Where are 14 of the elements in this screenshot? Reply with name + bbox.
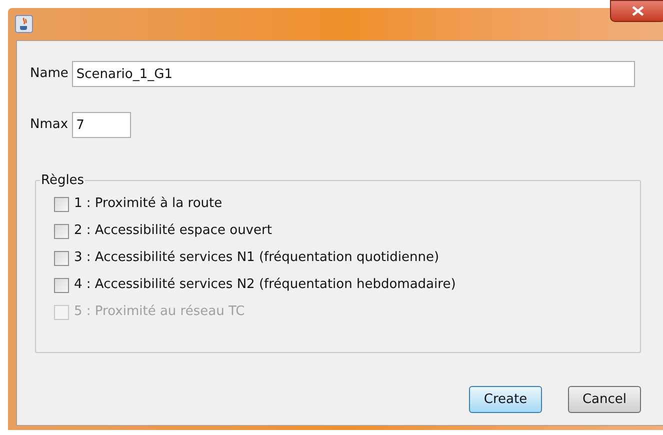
field-label: Name [30, 65, 68, 84]
nmax-field[interactable]: 7 [72, 112, 132, 138]
create-button[interactable]: Create [469, 386, 542, 413]
rule-checkbox: 5 : Proximité au réseau TC [54, 302, 456, 322]
name-field[interactable]: Scenario_1_G1 [72, 61, 636, 87]
field-label: Nmax [30, 116, 68, 134]
rule-checkbox[interactable]: 1 : Proximité à la route [54, 194, 456, 214]
close-button[interactable] [610, 0, 663, 22]
rule-checkbox[interactable]: 3 : Accessibilité services N1 (fréquentation quotidienne) [54, 248, 456, 268]
cancel-button[interactable]: Cancel [568, 386, 641, 413]
rule-checkbox[interactable]: 2 : Accessibilité espace ouvert [54, 221, 456, 241]
java-cup-icon [15, 15, 33, 33]
close-icon [632, 6, 644, 16]
rule-checkbox[interactable]: 4 : Accessibilité services N2 (fréquentation hebdomadaire) [54, 275, 456, 295]
